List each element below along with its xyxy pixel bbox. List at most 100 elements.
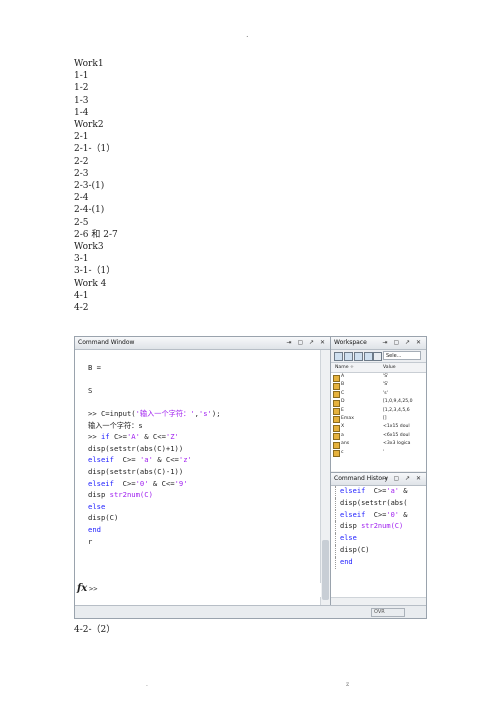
code-line: >> if C>='A' & C<='Z' xyxy=(88,431,321,443)
workspace-table: Name ÷ Value A 'S' B 'S' C 's' D [1,0,9,4,25,0 E… xyxy=(331,363,426,471)
code-line: elseif C>='a' & xyxy=(335,486,426,498)
code-token: & xyxy=(399,487,408,495)
code-line: B = xyxy=(88,362,321,374)
variable-value: 's' xyxy=(383,390,388,396)
code-line: >> C=input('输入一个字符：','s'); xyxy=(88,408,321,420)
toc-item: 2-5 xyxy=(74,217,89,228)
variable-value: ' xyxy=(383,449,385,455)
history-controls[interactable]: ⇥ ▢ ↗ ✕ xyxy=(383,473,423,485)
variable-name: a xyxy=(341,432,344,438)
code-line: disp(setstr(abs(C)-1)) xyxy=(88,466,321,478)
toc-item: 2-4-(1) xyxy=(74,205,105,216)
code-token: >> xyxy=(88,432,101,442)
header-mark: . xyxy=(246,30,249,39)
workspace-row[interactable]: B 'S' xyxy=(331,381,426,390)
workspace-controls[interactable]: ⇥ ▢ ↗ ✕ xyxy=(383,337,423,349)
workspace-row[interactable]: Emax [] xyxy=(331,415,426,424)
fx-icon[interactable]: fx xyxy=(77,583,87,594)
code-token: 'a' xyxy=(386,487,400,495)
command-prompt[interactable]: >> xyxy=(89,585,97,593)
code-token: r xyxy=(88,536,93,546)
toc-item: 2-4 xyxy=(74,193,89,204)
toc-item: 1-2 xyxy=(74,83,89,94)
variable-value: 'S' xyxy=(383,374,389,379)
scrollbar-thumb[interactable] xyxy=(322,540,329,600)
command-window: Command Window ⇥ ▢ ↗ ✕ B = S >> C=input('输… xyxy=(75,337,331,618)
code-token: & C<= xyxy=(139,432,166,442)
code-token: C>= xyxy=(113,455,140,465)
delete-variable-icon[interactable] xyxy=(364,352,373,361)
code-line: else xyxy=(88,501,321,513)
workspace-toolbar: Sele... xyxy=(331,350,426,363)
code-token: S xyxy=(88,385,93,395)
workspace-row[interactable]: C 's' xyxy=(331,390,426,399)
code-token: str2num(C) xyxy=(109,490,153,500)
new-variable-icon[interactable] xyxy=(334,352,343,361)
variable-name: Emax xyxy=(341,415,354,421)
code-token: disp(C) xyxy=(88,513,119,523)
variable-name: E xyxy=(341,407,344,413)
code-token: C>= xyxy=(109,432,127,442)
code-line: disp(setstr(abs( xyxy=(335,497,426,510)
code-token: elseif xyxy=(340,510,366,519)
code-token: C>= xyxy=(365,487,387,495)
select-dropdown[interactable]: Sele... xyxy=(383,351,421,360)
status-bar: OVR xyxy=(75,605,426,618)
history-list[interactable]: elseif C>='a' & disp(setstr(abs(elseif C>… xyxy=(331,486,426,606)
code-token: 输入一个字符：s xyxy=(88,420,143,430)
command-output[interactable]: B = S >> C=input('输入一个字符：','s'); 输入一个字符：s >>… xyxy=(75,350,321,606)
variable-value: 'S' xyxy=(383,382,389,388)
code-line: elseif C>= 'a' & C<='z' xyxy=(88,454,321,466)
column-name-header[interactable]: Name ÷ xyxy=(335,363,354,372)
code-line: disp(setstr(abs(C)+1)) xyxy=(88,443,321,455)
open-variable-icon[interactable] xyxy=(344,352,353,361)
code-token: end xyxy=(340,557,353,566)
caption: 4-2-（2） xyxy=(74,625,116,635)
variable-name: C xyxy=(341,390,345,396)
workspace-titlebar: Workspace ⇥ ▢ ↗ ✕ xyxy=(331,337,426,350)
code-token: & C<= xyxy=(148,478,175,488)
footer-right: z xyxy=(346,681,350,688)
save-workspace-icon[interactable] xyxy=(354,352,363,361)
code-token: B = xyxy=(88,362,101,372)
workspace-row[interactable]: ans <3x3 logica xyxy=(331,440,426,449)
command-vertical-scrollbar[interactable] xyxy=(320,350,330,606)
code-token: elseif xyxy=(88,455,114,465)
code-line: else xyxy=(335,533,426,545)
toc-item: 4-2 xyxy=(74,303,89,314)
command-window-controls[interactable]: ⇥ ▢ ↗ ✕ xyxy=(287,337,327,349)
workspace-row[interactable]: X <1x15 doul xyxy=(331,423,426,432)
toc-item: 3-1 xyxy=(74,254,89,265)
code-token: '0' xyxy=(135,478,149,488)
code-token: 'Z' xyxy=(165,432,179,442)
code-token: 'a' xyxy=(139,455,153,465)
workspace-title: Workspace xyxy=(334,339,367,346)
matlab-screenshot: Command Window ⇥ ▢ ↗ ✕ B = S >> C=input('输… xyxy=(74,336,427,619)
code-line: end xyxy=(88,524,321,536)
workspace-panel: Workspace ⇥ ▢ ↗ ✕ Sele... Name ÷ Value A… xyxy=(331,337,426,473)
variable-value: <3x3 logica xyxy=(383,441,411,447)
toc-item: Work3 xyxy=(74,242,104,253)
code-token: str2num(C) xyxy=(361,522,404,531)
workspace-row[interactable]: c ' xyxy=(331,449,426,458)
column-value-header[interactable]: Value xyxy=(383,363,396,372)
toc-item: 1-3 xyxy=(74,95,89,106)
code-token: '输入一个字符：' xyxy=(135,408,195,418)
workspace-row[interactable]: a <6x15 doul xyxy=(331,432,426,441)
code-token: disp(setstr(abs(C)-1)) xyxy=(88,466,184,476)
variable-name: B xyxy=(341,382,345,388)
code-token: >> C=input( xyxy=(88,408,136,418)
toc-item: 2-2 xyxy=(74,156,89,167)
variable-value: <1x15 doul xyxy=(383,424,410,430)
toc-list: Work1 1-1 1-2 1-3 1-4 Work2 2-1 2-1-（1） 2-2 2-3 2-… xyxy=(74,58,118,314)
workspace-row[interactable]: D [1,0,9,4,25,0 xyxy=(331,398,426,407)
code-line: disp(C) xyxy=(88,512,321,524)
workspace-row[interactable]: E [1,2,3,4,5,6 xyxy=(331,407,426,416)
workspace-row[interactable]: A 'S' xyxy=(331,373,426,382)
plot-select-icon[interactable] xyxy=(373,352,382,361)
command-window-title: Command Window xyxy=(78,339,135,346)
toc-item: 3-1-（1） xyxy=(74,266,116,277)
command-prompt-row[interactable]: fx >> xyxy=(75,583,321,597)
